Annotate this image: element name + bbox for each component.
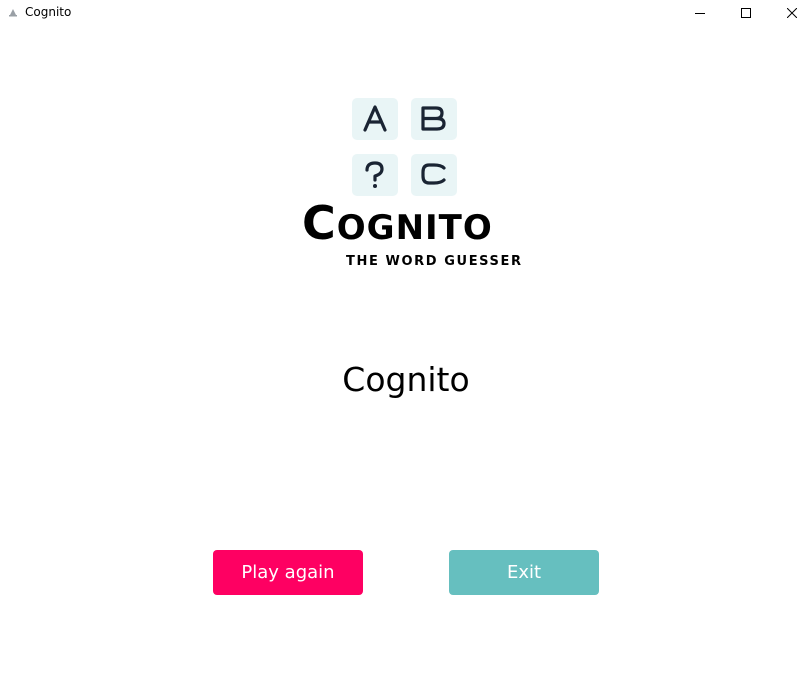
logo-tile-question <box>352 154 398 196</box>
letter-b-glyph <box>421 106 446 131</box>
close-icon <box>787 8 797 18</box>
logo-tagline: THE WORD GUESSER <box>346 254 523 269</box>
logo-tile-a <box>352 98 398 140</box>
window-title: Cognito <box>25 5 72 19</box>
question-mark-glyph <box>365 161 384 188</box>
maximize-button[interactable] <box>723 0 769 26</box>
logo-tile-b <box>411 98 457 140</box>
minimize-button[interactable] <box>677 0 723 26</box>
maximize-icon <box>741 8 751 18</box>
logo-wordmark: COGNITO <box>302 198 493 253</box>
page-title: Cognito <box>342 360 470 399</box>
window-titlebar: Cognito <box>0 0 812 26</box>
close-button[interactable] <box>769 0 812 26</box>
app-icon <box>9 9 17 17</box>
logo-tile-c <box>411 154 457 196</box>
cognito-logo: COGNITO THE WORD GUESSER <box>300 98 540 270</box>
letter-c-glyph <box>421 163 446 185</box>
logo-wordmark-initial: C <box>302 196 337 250</box>
exit-button[interactable]: Exit <box>449 550 599 595</box>
minimize-icon <box>695 13 705 14</box>
logo-wordmark-rest: OGNITO <box>336 208 493 248</box>
letter-a-glyph <box>363 105 387 132</box>
play-again-button[interactable]: Play again <box>213 550 363 595</box>
